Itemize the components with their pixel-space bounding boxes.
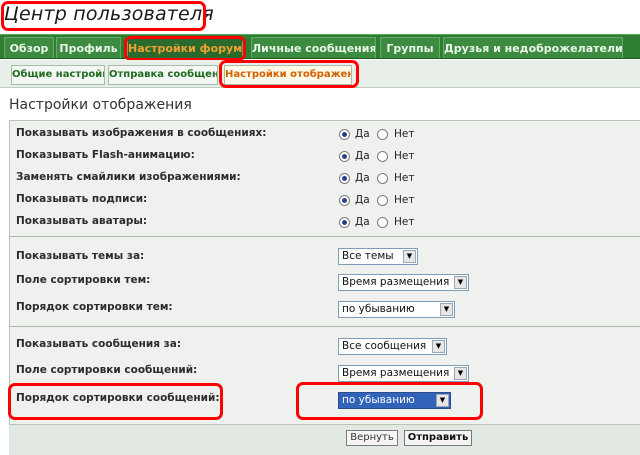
setting-label-topic-sort-order: Порядок сортировки тем: (16, 301, 173, 313)
chevron-down-icon: ▼ (436, 394, 449, 407)
panel-title: Настройки отображения (9, 97, 192, 113)
setting-label-topic-days: Показывать темы за: (16, 250, 145, 262)
radio-images-yes[interactable] (339, 129, 350, 140)
radio-smilies-no[interactable] (377, 173, 388, 184)
subtab-posting[interactable]: Отправка сообщений (108, 65, 218, 85)
setting-label-smilies: Заменять смайлики изображениями: (16, 171, 241, 183)
radio-label-no: Нет (394, 150, 415, 162)
chevron-down-icon: ▼ (403, 250, 416, 263)
select-value: по убыванию (342, 394, 415, 406)
chevron-down-icon: ▼ (454, 367, 467, 380)
setting-label-post-sort-field: Поле сортировки сообщений: (16, 364, 198, 376)
submit-button[interactable]: Отправить (404, 430, 472, 446)
radio-label-yes: Да (355, 150, 370, 162)
radio-label-yes: Да (355, 194, 370, 206)
setting-label-signatures: Показывать подписи: (16, 193, 148, 205)
tab-profile[interactable]: Профиль (56, 37, 121, 58)
radio-label-no: Нет (394, 216, 415, 228)
select-value: Все сообщения (342, 340, 427, 352)
select-post-sort-field[interactable]: Время размещения ▼ (338, 365, 469, 382)
radio-smilies-yes[interactable] (339, 173, 350, 184)
subtab-general-settings[interactable]: Общие настройки (11, 65, 105, 85)
setting-label-topic-sort-field: Поле сортировки тем: (16, 274, 151, 286)
select-value: Все темы (342, 250, 394, 262)
divider (9, 236, 640, 237)
chevron-down-icon: ▼ (432, 340, 445, 353)
select-post-days[interactable]: Все сообщения ▼ (338, 338, 447, 355)
select-topic-sort-order[interactable]: по убыванию ▼ (338, 301, 455, 318)
subtab-display-settings[interactable]: Настройки отображения (224, 65, 352, 85)
radio-label-no: Нет (394, 172, 415, 184)
setting-label-images: Показывать изображения в сообщениях: (16, 127, 267, 139)
radio-flash-yes[interactable] (339, 151, 350, 162)
tab-forum-settings[interactable]: Настройки форума (127, 37, 243, 58)
setting-label-avatars: Показывать аватары: (16, 215, 148, 227)
chevron-down-icon: ▼ (440, 303, 453, 316)
select-post-sort-order[interactable]: по убыванию ▼ (338, 392, 451, 409)
setting-label-flash: Показывать Flash-анимацию: (16, 149, 195, 161)
tab-friends-foes[interactable]: Друзья и недоброжелатели (443, 37, 623, 58)
select-topic-sort-field[interactable]: Время размещения ▼ (338, 274, 469, 291)
radio-avatars-yes[interactable] (339, 217, 350, 228)
radio-avatars-no[interactable] (377, 217, 388, 228)
radio-label-yes: Да (355, 172, 370, 184)
page-title: Центр пользователя (4, 3, 214, 25)
radio-label-yes: Да (355, 128, 370, 140)
radio-flash-no[interactable] (377, 151, 388, 162)
chevron-down-icon: ▼ (454, 276, 467, 289)
radio-signatures-yes[interactable] (339, 195, 350, 206)
radio-label-no: Нет (394, 194, 415, 206)
tab-overview[interactable]: Обзор (4, 37, 54, 58)
select-topic-days[interactable]: Все темы ▼ (338, 248, 418, 265)
radio-label-yes: Да (355, 216, 370, 228)
form-footer (9, 424, 640, 455)
select-value: по убыванию (342, 303, 415, 315)
setting-label-post-sort-order: Порядок сортировки сообщений: (16, 392, 220, 404)
tab-private-messages[interactable]: Личные сообщения (251, 37, 376, 58)
sub-nav: Общие настройки Отправка сообщений Настр… (0, 60, 640, 88)
reset-button[interactable]: Вернуть (346, 430, 398, 446)
select-value: Время размещения (342, 367, 450, 379)
tab-groups[interactable]: Группы (380, 37, 440, 58)
radio-images-no[interactable] (377, 129, 388, 140)
main-nav: Обзор Профиль Настройки форума Личные со… (0, 34, 640, 59)
setting-label-post-days: Показывать сообщения за: (16, 338, 182, 350)
radio-signatures-no[interactable] (377, 195, 388, 206)
radio-label-no: Нет (394, 128, 415, 140)
divider (9, 326, 640, 327)
select-value: Время размещения (342, 276, 450, 288)
